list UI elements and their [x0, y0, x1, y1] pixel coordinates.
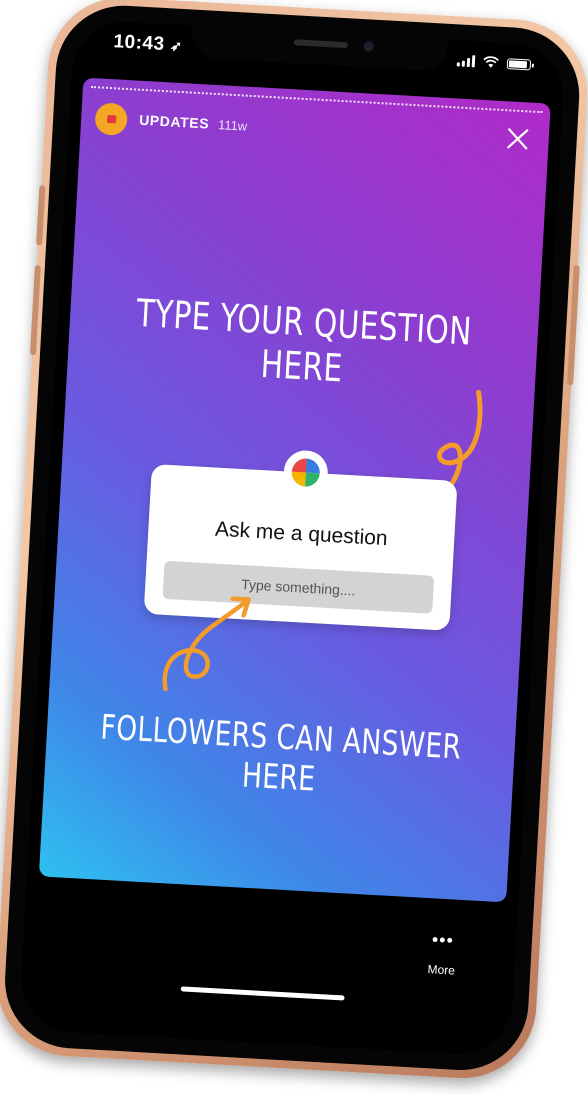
status-bar-time: 10:43 ➶ [113, 31, 183, 57]
headline-top: TYPE YOUR QUESTION HERE [135, 290, 473, 391]
status-time-text: 10:43 [112, 31, 166, 55]
wifi-icon [483, 56, 499, 68]
battery-icon [506, 57, 532, 70]
story-timestamp: 111w [217, 117, 248, 134]
home-indicator[interactable] [180, 986, 345, 1001]
question-sticker-title: Ask me a question [214, 517, 389, 551]
question-sticker-logo [282, 449, 329, 496]
status-icons [456, 54, 532, 70]
question-logo-icon [291, 458, 320, 487]
phone-screen: 10:43 ➶ UPDATES 111w TYPE YOUR QUESTION … [18, 18, 566, 1057]
phone-mockup: 10:43 ➶ UPDATES 111w TYPE YOUR QUESTION … [0, 0, 588, 1095]
story-view: UPDATES 111w TYPE YOUR QUESTION HERE Ask… [38, 77, 551, 903]
more-button[interactable]: ••• More [416, 929, 468, 979]
location-arrow-icon: ➶ [169, 37, 183, 54]
more-icon: ••• [431, 929, 455, 951]
scribble-arrow [162, 596, 251, 692]
avatar[interactable] [94, 102, 129, 137]
close-icon[interactable] [504, 125, 531, 152]
front-camera [363, 41, 374, 52]
more-label: More [427, 962, 456, 978]
story-progress-bar [90, 85, 543, 114]
cellular-signal-icon [456, 54, 476, 68]
story-account-name[interactable]: UPDATES [139, 112, 210, 132]
headline-bottom: FOLLOWERS CAN ANSWER HERE [99, 707, 463, 800]
speaker [293, 39, 348, 49]
